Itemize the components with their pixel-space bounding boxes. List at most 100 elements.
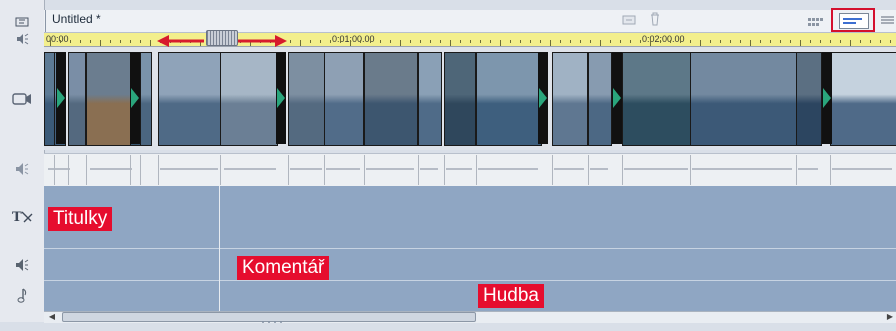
audio-clip-divider [68, 155, 69, 185]
audio-clip-divider [588, 155, 589, 185]
ruler-tick [510, 40, 511, 43]
ruler-tick [620, 40, 621, 43]
video-clip-thumbnail[interactable] [86, 52, 132, 146]
timeline-header [44, 10, 896, 33]
audio-clip-divider [690, 155, 691, 185]
video-clip-thumbnail[interactable] [444, 52, 476, 146]
audio-clip-divider [158, 155, 159, 185]
video-clip-thumbnail[interactable] [588, 52, 612, 146]
video-clip-thumbnail[interactable] [476, 52, 542, 146]
transition-marker[interactable] [276, 52, 286, 144]
microphone-speaker-icon[interactable] [10, 256, 34, 274]
svg-text:T: T [12, 210, 22, 224]
ruler-tick [80, 40, 81, 43]
ruler-tick [90, 40, 91, 43]
text-list-view-icon[interactable] [880, 13, 894, 31]
playhead-line [219, 186, 220, 311]
video-clip-thumbnail[interactable] [324, 52, 364, 146]
transition-marker[interactable] [612, 52, 622, 144]
titles-track[interactable] [44, 186, 896, 248]
ruler-tick [630, 40, 631, 43]
video-clip-thumbnail[interactable] [552, 52, 588, 146]
ruler-tick [430, 40, 431, 43]
video-clip-thumbnail[interactable] [140, 52, 152, 146]
music-track[interactable] [44, 281, 896, 311]
ruler-tick [340, 40, 341, 43]
transition-marker[interactable] [130, 52, 140, 144]
ruler-tick [120, 40, 121, 43]
video-clip-thumbnail[interactable] [68, 52, 86, 146]
ruler-tick [810, 40, 811, 43]
ruler-tick [590, 40, 591, 43]
video-clip-thumbnail[interactable] [830, 52, 896, 146]
audio-waveform-segment [290, 168, 322, 170]
speaker-icon[interactable] [10, 30, 34, 48]
ruler-tick [820, 40, 821, 43]
audio-waveform-segment [692, 168, 792, 170]
ruler-tick [470, 40, 471, 43]
storyboard-view-icon[interactable] [808, 14, 824, 32]
video-clip-thumbnail[interactable] [622, 52, 692, 146]
voice-track[interactable] [44, 249, 896, 280]
video-clip-thumbnail[interactable] [796, 52, 822, 146]
video-clip-thumbnail[interactable] [288, 52, 326, 146]
ruler-tick [730, 40, 731, 43]
audio-clip-divider [86, 155, 87, 185]
audio-waveform-segment [446, 168, 472, 170]
ruler-tick [350, 40, 351, 46]
ruler-tick [770, 40, 771, 43]
transition-marker[interactable] [56, 52, 66, 144]
audio-waveform-segment [590, 168, 608, 170]
ruler-tick [880, 40, 881, 43]
audio-clip-divider [140, 155, 141, 185]
ruler-tick [660, 40, 661, 43]
ruler-tick [610, 40, 611, 43]
video-clip-thumbnail[interactable] [690, 52, 798, 146]
timeline-view-icon[interactable] [10, 13, 34, 31]
ruler-tick [360, 40, 361, 43]
split-clip-icon[interactable] [622, 13, 636, 31]
ruler-tick [290, 40, 291, 43]
timecode-1min: 0:01:00.00 [332, 34, 375, 44]
transition-marker[interactable] [538, 52, 548, 144]
ruler-tick [420, 40, 421, 43]
video-clip-thumbnail[interactable] [220, 52, 278, 146]
voice-track-label: Komentář [237, 256, 330, 280]
music-note-icon[interactable] [10, 287, 34, 305]
audio-clip-divider [476, 155, 477, 185]
transition-marker[interactable] [822, 52, 832, 144]
audio-clip-divider [220, 155, 221, 185]
ruler-tick [390, 40, 391, 43]
ruler-tick [680, 40, 681, 43]
ruler-tick [480, 40, 481, 43]
timeline-view-button[interactable] [831, 8, 875, 32]
ruler-tick [150, 40, 151, 46]
audio-waveform-segment [624, 168, 688, 170]
video-clip-thumbnail[interactable] [418, 52, 442, 146]
scroll-left-button[interactable]: ◀ [46, 312, 58, 321]
trash-icon[interactable] [649, 12, 661, 31]
ruler-tick [370, 40, 371, 43]
zoom-slider-thumb[interactable] [206, 30, 238, 46]
ruler-tick [440, 40, 441, 43]
audio-clip-divider [622, 155, 623, 185]
speaker-icon[interactable] [10, 160, 34, 178]
scroll-right-button[interactable]: ▶ [884, 312, 896, 321]
title-text-icon[interactable]: T [10, 207, 34, 225]
ruler-tick [850, 40, 851, 46]
ruler-tick [780, 40, 781, 43]
ruler-tick [710, 40, 711, 43]
audio-clip-divider [418, 155, 419, 185]
audio-track[interactable] [44, 153, 896, 188]
audio-clip-divider [324, 155, 325, 185]
video-camera-icon[interactable] [10, 90, 34, 108]
ruler-tick [550, 40, 551, 46]
ruler-tick [580, 40, 581, 43]
ruler-tick [720, 40, 721, 43]
ruler-tick [400, 40, 401, 46]
audio-waveform-segment [366, 168, 414, 170]
video-clip-thumbnail[interactable] [364, 52, 418, 146]
video-clip-thumbnail[interactable] [158, 52, 222, 146]
scrollbar-thumb[interactable] [62, 312, 476, 323]
ruler-tick [490, 40, 491, 43]
